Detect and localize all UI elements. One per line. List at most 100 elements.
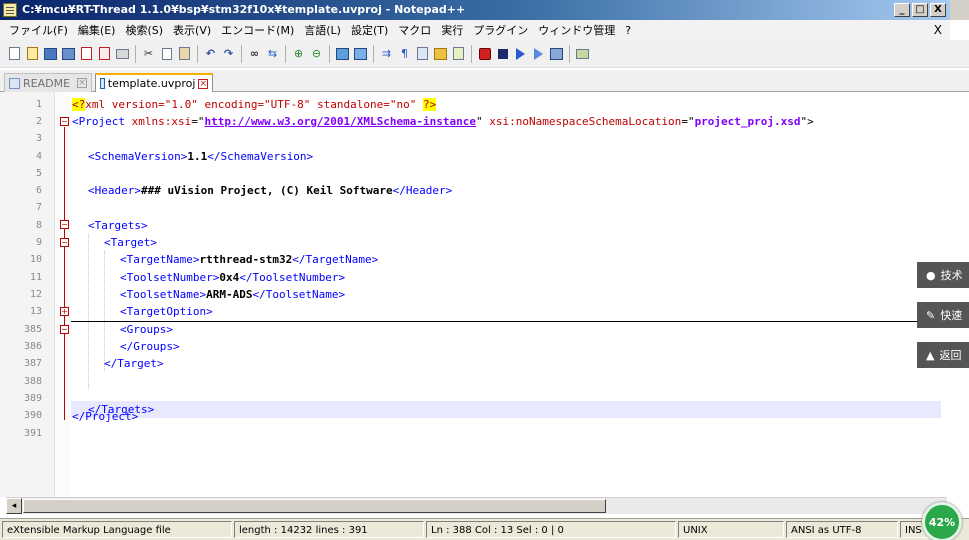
xml-url[interactable]: http://www.w3.org/2001/XMLSchema-instanc… [204,115,476,128]
menu-window[interactable]: ウィンドウ管理 [533,22,620,38]
document-tab-bar: README × template.uvproj × [0,70,969,92]
side-widget-back[interactable]: ▲ 返回 [917,342,969,368]
scroll-left-icon[interactable]: ◂ [6,498,22,514]
sync-v-icon[interactable] [334,45,351,63]
menu-language[interactable]: 言語(L) [299,22,346,38]
xml-tag: <Target> [104,236,157,249]
word-wrap-icon[interactable]: ⇉ [378,45,395,63]
close-all-icon[interactable] [96,45,113,63]
line-number-gutter: 1 2 3 4 5 6 7 8 9 10 11 12 13 385 386 38… [0,92,55,497]
menu-file[interactable]: ファイル(F) [4,22,73,38]
menu-settings[interactable]: 設定(T) [346,22,393,38]
horizontal-scrollbar[interactable]: ◂ [6,497,947,514]
save-icon[interactable] [42,45,59,63]
toolbar-separator [569,44,570,63]
line-number: 6 [35,185,42,196]
xml-pi-close: ?> [423,98,437,111]
line-number: 8 [35,220,42,231]
close-icon[interactable] [78,45,95,63]
show-all-chars-icon[interactable]: ¶ [396,45,413,63]
menu-view[interactable]: 表示(V) [168,22,216,38]
zoom-out-icon[interactable]: ⊖ [308,45,325,63]
chat-bubble-icon: ● [926,268,936,282]
desktop-corner [950,0,969,20]
open-file-icon[interactable] [24,45,41,63]
tab-close-icon[interactable]: × [198,78,208,89]
indent-guide [88,234,89,389]
menu-edit[interactable]: 編集(E) [73,22,121,38]
xml-tag: <TargetName> [120,253,200,266]
spellcheck-icon[interactable] [574,45,591,63]
code-editor[interactable]: 1 2 3 4 5 6 7 8 9 10 11 12 13 385 386 38… [0,92,969,497]
function-list-icon[interactable] [450,45,467,63]
save-all-icon[interactable] [60,45,77,63]
indent-guide-icon[interactable] [414,45,431,63]
cut-icon[interactable]: ✂ [140,45,157,63]
xml-punct: "> [800,115,814,128]
replace-icon[interactable]: ⇆ [264,45,281,63]
xml-text: ARM-ADS [206,288,253,301]
xml-text: 1.1 [187,150,208,163]
doc-map-icon[interactable] [432,45,449,63]
close-document-button[interactable]: X [934,23,942,37]
find-icon[interactable]: ∞ [246,45,263,63]
xml-attr: xmlns:xsi [131,115,192,128]
code-line-10: <TargetName>rtthread-stm32</TargetName> [120,251,378,268]
code-line-385: <Groups> [120,321,173,338]
fold-toggle-icon[interactable]: − [60,220,69,229]
copy-icon[interactable] [158,45,175,63]
menu-macro[interactable]: マクロ [393,22,436,38]
xml-tag: <ToolsetNumber> [120,271,220,284]
maximize-button[interactable]: □ [912,3,928,17]
tab-template-uvproj[interactable]: template.uvproj × [95,73,213,92]
document-icon [9,77,20,89]
run-macro-multiple-icon[interactable] [530,45,547,63]
undo-icon[interactable]: ↶ [202,45,219,63]
minimize-button[interactable]: _ [894,3,910,17]
fold-toggle-icon[interactable]: − [60,325,69,334]
xml-tag: <Header> [88,184,141,197]
status-length: length : 14232 lines : 391 [234,521,424,538]
xml-text: ### uVision Project, (C) Keil Software [140,184,393,197]
toolbar-separator [373,44,374,63]
scroll-thumb[interactable] [23,499,606,513]
menu-run[interactable]: 実行 [436,22,468,38]
xml-tag: </ToolsetNumber> [239,271,346,284]
progress-badge[interactable]: 42% [922,502,962,540]
indent-guide [104,251,105,371]
tab-readme[interactable]: README × [4,73,92,92]
menu-plugins[interactable]: プラグイン [468,22,533,38]
paste-icon[interactable] [176,45,193,63]
menu-help[interactable]: ? [620,24,636,37]
menu-encoding[interactable]: エンコード(M) [216,22,299,38]
menu-search[interactable]: 検索(S) [120,22,168,38]
code-line-11: <ToolsetNumber>0x4</ToolsetNumber> [120,269,345,286]
print-icon[interactable] [114,45,131,63]
stop-macro-icon[interactable] [494,45,511,63]
save-macro-icon[interactable] [548,45,565,63]
fold-toggle-icon[interactable]: − [60,117,69,126]
zoom-in-icon[interactable]: ⊕ [290,45,307,63]
redo-icon[interactable]: ↷ [220,45,237,63]
tab-label: template.uvproj [107,77,196,90]
new-file-icon[interactable] [6,45,23,63]
sync-h-icon[interactable] [352,45,369,63]
fold-toggle-icon[interactable]: − [60,238,69,247]
play-macro-icon[interactable] [512,45,529,63]
xml-tag: </Target> [104,357,164,370]
fold-margin [56,92,70,497]
notepad-plus-plus-icon [3,3,17,17]
side-widget-tech[interactable]: ● 技术 [917,262,969,288]
record-macro-icon[interactable] [476,45,493,63]
tab-label: README [23,76,71,90]
tab-close-icon[interactable]: × [77,78,87,88]
code-line-13: <TargetOption> [120,303,213,320]
xml-tag: </Project> [72,410,139,423]
xml-punct: " [476,115,490,128]
close-window-button[interactable]: X [930,3,946,17]
side-widget-quick[interactable]: ✎ 快速 [917,302,969,328]
unfold-toggle-icon[interactable]: + [60,307,69,316]
toolbar-separator [329,44,330,63]
status-encoding: ANSI as UTF-8 [786,521,898,538]
line-number: 4 [35,151,42,162]
